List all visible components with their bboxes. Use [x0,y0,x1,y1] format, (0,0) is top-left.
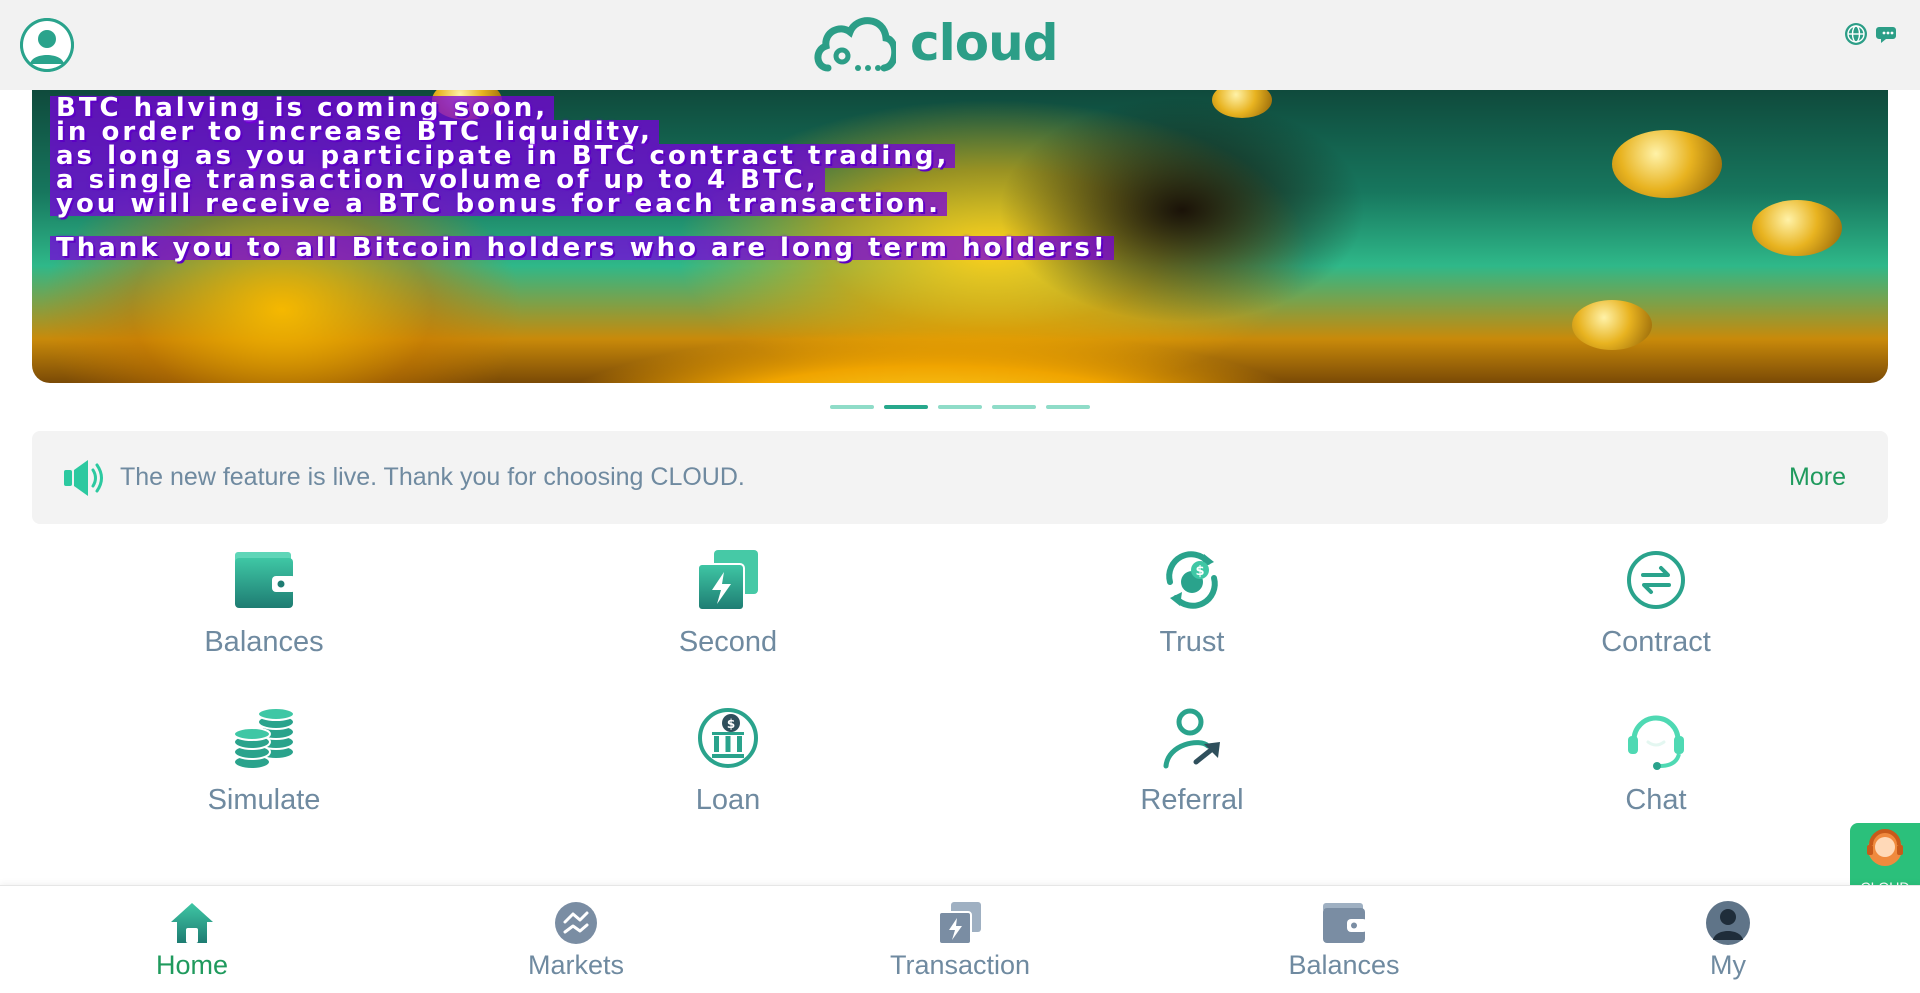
promo-banner[interactable]: BTC halving is coming soon, in order to … [32,90,1888,383]
coin-stack-icon [233,707,295,770]
feature-referral[interactable]: Referral [1042,706,1342,817]
feature-label: Contract [1601,626,1711,658]
dollar-refresh-icon: $ [1166,551,1218,609]
home-icon [171,903,213,943]
notice-more-link[interactable]: More [1789,463,1846,492]
feature-loan[interactable]: $ Loan [578,706,878,817]
nav-label: Home [155,950,229,980]
exchange-arrows-icon [1627,551,1685,609]
feature-label: Simulate [207,784,321,816]
feature-label: Second [678,626,778,658]
carousel-indicators [830,405,1090,409]
nav-home[interactable]: Home [92,900,292,981]
wallet-icon [235,552,296,608]
feature-label: Referral [1140,784,1244,816]
nav-label: Markets [527,950,625,980]
nav-label: Balances [1288,950,1400,980]
notice-message: The new feature is live. Thank you for c… [120,463,745,491]
globe-icon[interactable] [1844,22,1868,46]
feature-label: Trust [1159,626,1225,658]
bottom-navigation: Home Markets Transaction Balances My [0,885,1920,993]
markets-icon [555,902,597,944]
nav-label: My [1710,950,1746,980]
user-avatar-icon[interactable] [20,18,74,72]
feature-simulate[interactable]: Simulate [114,706,414,817]
feature-balances[interactable]: Balances [114,548,414,659]
profile-icon [1706,901,1750,945]
banner-line: you will receive a BTC bonus for each tr… [50,191,948,217]
bank-dollar-icon: $ [698,708,758,768]
nav-markets[interactable]: Markets [476,900,676,981]
svg-text:$: $ [727,717,735,731]
brand-name: cloud [910,14,1059,72]
wallet-icon [1323,903,1367,943]
feature-trust[interactable]: $ Trust [1042,548,1342,659]
lightning-card-icon [697,550,758,611]
support-agent-icon [1867,829,1903,866]
carousel-dot[interactable] [938,405,982,409]
brand-logo[interactable]: cloud [812,10,1072,76]
carousel-dot[interactable] [830,405,874,409]
user-arrow-icon [1163,708,1220,769]
feature-contract[interactable]: Contract [1506,548,1806,659]
banner-text: BTC halving is coming soon, in order to … [50,95,1880,261]
feature-label: Balances [204,626,324,658]
nav-balances[interactable]: Balances [1244,900,1444,981]
carousel-dot[interactable] [992,405,1036,409]
svg-text:$: $ [1195,564,1204,579]
carousel-dot-active[interactable] [884,405,928,409]
top-header: cloud [0,0,1920,90]
feature-second[interactable]: Second [578,548,878,659]
feature-label: Chat [1625,784,1687,816]
headset-icon [1628,715,1684,770]
nav-label: Transaction [889,950,1031,980]
banner-line: Thank you to all Bitcoin holders who are… [50,235,1114,261]
chat-bubble-icon[interactable] [1876,22,1900,46]
nav-my[interactable]: My [1628,900,1828,981]
feature-label: Loan [695,784,761,816]
carousel-dot[interactable] [1046,405,1090,409]
feature-chat[interactable]: Chat [1506,706,1806,817]
notice-bar[interactable]: The new feature is live. Thank you for c… [32,431,1888,524]
cloud-logo-icon [814,17,896,72]
transaction-icon [938,902,981,945]
nav-transaction[interactable]: Transaction [860,900,1060,981]
speaker-icon [64,460,103,496]
header-actions [1844,22,1900,46]
